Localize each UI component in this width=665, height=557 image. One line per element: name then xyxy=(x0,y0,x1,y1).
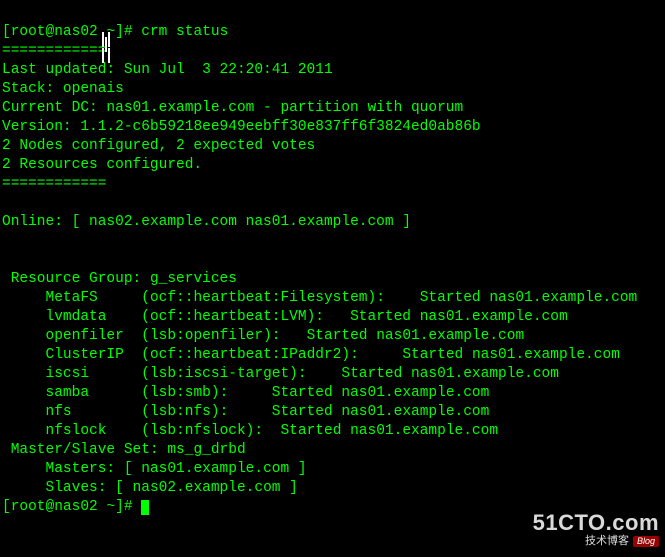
text-cursor-icon xyxy=(105,37,107,52)
terminal-output[interactable]: [root@nas02 ~]# crm status ============ … xyxy=(0,0,665,521)
resource-row: lvmdata (ocf::heartbeat:LVM): Started na… xyxy=(2,309,568,325)
resources-line: 2 Resources configured. xyxy=(2,157,202,173)
separator: ============ xyxy=(2,43,106,59)
resource-row: iscsi (lsb:iscsi-target): Started nas01.… xyxy=(2,366,559,382)
online-line: Online: [ nas02.example.com nas01.exampl… xyxy=(2,214,411,230)
command: crm status xyxy=(141,24,228,40)
separator: ============ xyxy=(2,176,106,192)
nodes-line: 2 Nodes configured, 2 expected votes xyxy=(2,138,315,154)
slaves-line: Slaves: [ nas02.example.com ] xyxy=(2,480,298,496)
masters-line: Masters: [ nas01.example.com ] xyxy=(2,461,307,477)
current-dc-line: Current DC: nas01.example.com - partitio… xyxy=(2,100,463,116)
last-updated: Last updated: Sun Jul 3 22:20:41 2011 xyxy=(2,62,333,78)
resource-row: samba (lsb:smb): Started nas01.example.c… xyxy=(2,385,489,401)
version-line: Version: 1.1.2-c6b59218ee949eebff30e837f… xyxy=(2,119,481,135)
watermark-badge: Blog xyxy=(633,536,659,547)
resource-row: openfiler (lsb:openfiler): Started nas01… xyxy=(2,328,524,344)
resource-row: MetaFS (ocf::heartbeat:Filesystem): Star… xyxy=(2,290,637,306)
watermark-sub: 技术博客Blog xyxy=(533,536,659,547)
master-slave-header: Master/Slave Set: ms_g_drbd xyxy=(2,442,246,458)
resource-row: nfs (lsb:nfs): Started nas01.example.com xyxy=(2,404,489,420)
resource-row: nfslock (lsb:nfslock): Started nas01.exa… xyxy=(2,423,498,439)
resource-group-header: Resource Group: g_services xyxy=(2,271,237,287)
resource-row: ClusterIP (ocf::heartbeat:IPaddr2): Star… xyxy=(2,347,620,363)
stack-line: Stack: openais xyxy=(2,81,124,97)
prompt-line: [root@nas02 ~]# crm status xyxy=(2,24,228,40)
block-cursor xyxy=(141,500,149,515)
prompt-line[interactable]: [root@nas02 ~]# xyxy=(2,499,149,515)
